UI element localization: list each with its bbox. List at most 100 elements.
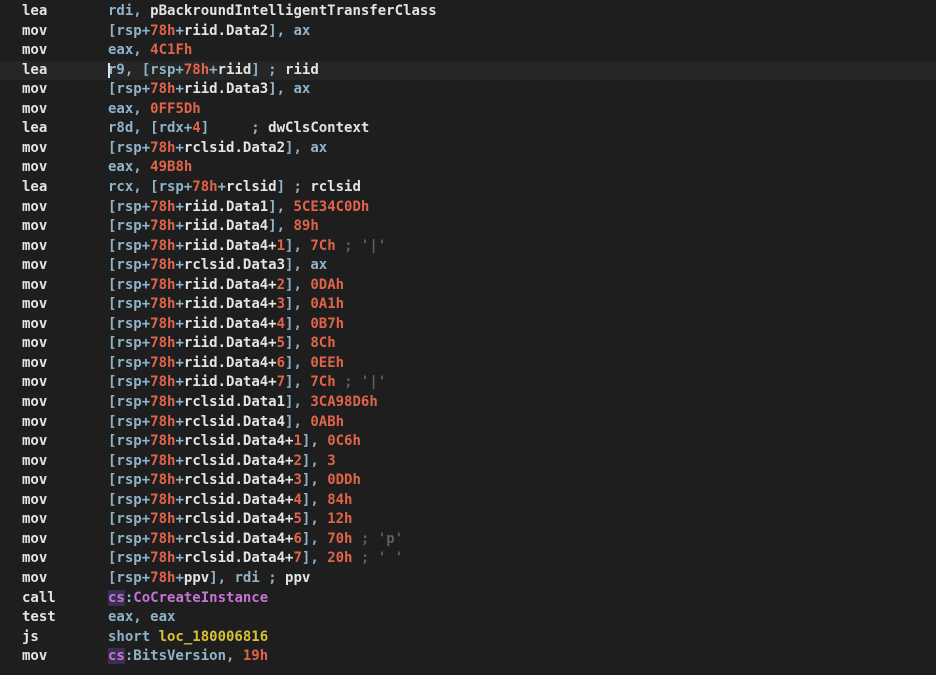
instruction-operands[interactable]: cs:BitsVersion, 19h xyxy=(108,647,268,666)
instruction-mnemonic[interactable]: lea xyxy=(22,61,47,80)
instruction-operands[interactable]: [rsp+78h+riid.Data2], ax xyxy=(108,22,310,41)
symbol-name[interactable]: rclsid xyxy=(310,179,361,195)
instruction-operands[interactable]: eax, 49B8h xyxy=(108,158,192,177)
function-name[interactable]: CoCreateInstance xyxy=(133,590,268,606)
instruction-mnemonic[interactable]: mov xyxy=(22,100,47,119)
instruction-operands[interactable]: rdi, pBackroundIntelligentTransferClass xyxy=(108,2,437,21)
instruction-mnemonic[interactable]: mov xyxy=(22,530,47,549)
instruction-mnemonic[interactable]: mov xyxy=(22,491,47,510)
instruction-mnemonic[interactable]: call xyxy=(22,589,56,608)
instruction-mnemonic[interactable]: mov xyxy=(22,41,47,60)
symbol-name[interactable]: rclsid.Data4+ xyxy=(184,472,294,488)
instruction-operands[interactable]: rcx, [rsp+78h+rclsid] ; rclsid xyxy=(108,178,361,197)
instruction-operands[interactable]: [rsp+78h+rclsid.Data4+2], 3 xyxy=(108,452,336,471)
instruction-mnemonic[interactable]: mov xyxy=(22,158,47,177)
instruction-mnemonic[interactable]: mov xyxy=(22,256,47,275)
symbol-name[interactable]: rclsid.Data4+ xyxy=(184,433,294,449)
code-line[interactable]: lea rdi, pBackroundIntelligentTransferCla… xyxy=(0,2,936,21)
instruction-mnemonic[interactable]: mov xyxy=(22,452,47,471)
code-line[interactable]: mov [rsp+78h+riid.Data4+5], 8Ch xyxy=(0,334,936,353)
instruction-mnemonic[interactable]: mov xyxy=(22,471,47,490)
symbol-name[interactable]: rclsid.Data4+ xyxy=(184,492,294,508)
instruction-mnemonic[interactable]: mov xyxy=(22,549,47,568)
instruction-operands[interactable]: [rsp+78h+riid.Data4+4], 0B7h xyxy=(108,315,344,334)
instruction-operands[interactable]: [rsp+78h+rclsid.Data4+7], 20h ; ' ' xyxy=(108,549,403,568)
code-line[interactable]: mov [rsp+78h+rclsid.Data4], 0ABh xyxy=(0,413,936,432)
code-line[interactable]: mov [rsp+78h+rclsid.Data4+1], 0C6h xyxy=(0,432,936,451)
instruction-mnemonic[interactable]: mov xyxy=(22,80,47,99)
symbol-name[interactable]: ppv xyxy=(184,570,209,586)
code-line[interactable]: test eax, eax xyxy=(0,608,936,627)
instruction-operands[interactable]: [rsp+78h+riid.Data3], ax xyxy=(108,80,310,99)
instruction-operands[interactable]: [rsp+78h+riid.Data4], 89h xyxy=(108,217,319,236)
instruction-operands[interactable]: [rsp+78h+rclsid.Data2], ax xyxy=(108,139,327,158)
instruction-operands[interactable]: eax, 0FF5Dh xyxy=(108,100,201,119)
symbol-name[interactable]: rclsid xyxy=(226,179,277,195)
code-line[interactable]: mov [rsp+78h+riid.Data4+7], 7Ch ; '|' xyxy=(0,373,936,392)
code-line[interactable]: mov [rsp+78h+rclsid.Data4+7], 20h ; ' ' xyxy=(0,549,936,568)
code-line[interactable]: mov [rsp+78h+rclsid.Data4+3], 0DDh xyxy=(0,471,936,490)
instruction-mnemonic[interactable]: mov xyxy=(22,413,47,432)
code-label[interactable]: loc_180006816 xyxy=(159,629,269,645)
instruction-operands[interactable]: [rsp+78h+riid.Data4+6], 0EEh xyxy=(108,354,344,373)
code-line[interactable]: mov [rsp+78h+ppv], rdi ; ppv xyxy=(0,569,936,588)
symbol-name[interactable]: riid.Data4 xyxy=(184,218,268,234)
instruction-mnemonic[interactable]: mov xyxy=(22,432,47,451)
code-line[interactable]: mov [rsp+78h+rclsid.Data2], ax xyxy=(0,139,936,158)
instruction-operands[interactable]: [rsp+78h+rclsid.Data4+5], 12h xyxy=(108,510,353,529)
instruction-mnemonic[interactable]: mov xyxy=(22,22,47,41)
code-line[interactable]: mov [rsp+78h+rclsid.Data4+2], 3 xyxy=(0,452,936,471)
code-line[interactable]: mov [rsp+78h+riid.Data3], ax xyxy=(0,80,936,99)
symbol-name[interactable]: riid.Data4+ xyxy=(184,374,277,390)
code-line[interactable]: call cs:CoCreateInstance xyxy=(0,589,936,608)
symbol-name[interactable]: riid.Data4+ xyxy=(184,355,277,371)
instruction-operands[interactable]: [rsp+78h+riid.Data4+1], 7Ch ; '|' xyxy=(108,237,386,256)
code-line[interactable]: mov eax, 0FF5Dh xyxy=(0,100,936,119)
instruction-mnemonic[interactable]: mov xyxy=(22,295,47,314)
symbol-name[interactable]: riid.Data1 xyxy=(184,199,268,215)
code-line[interactable]: mov [rsp+78h+riid.Data4+1], 7Ch ; '|' xyxy=(0,237,936,256)
symbol-name[interactable]: rclsid.Data4 xyxy=(184,414,285,430)
instruction-mnemonic[interactable]: mov xyxy=(22,276,47,295)
symbol-name[interactable]: riid.Data4+ xyxy=(184,238,277,254)
instruction-operands[interactable]: [rsp+78h+rclsid.Data4+1], 0C6h xyxy=(108,432,361,451)
instruction-mnemonic[interactable]: mov xyxy=(22,393,47,412)
code-line[interactable]: lea r8d, [rdx+4] ; dwClsContext xyxy=(0,119,936,138)
symbol-name[interactable]: rclsid.Data3 xyxy=(184,257,285,273)
symbol-name[interactable]: riid.Data4+ xyxy=(184,296,277,312)
instruction-mnemonic[interactable]: mov xyxy=(22,510,47,529)
code-line[interactable]: mov [rsp+78h+riid.Data4], 89h xyxy=(0,217,936,236)
symbol-name[interactable]: riid.Data4+ xyxy=(184,316,277,332)
instruction-operands[interactable]: [rsp+78h+riid.Data1], 5CE34C0Dh xyxy=(108,198,369,217)
symbol-name[interactable]: riid.Data4+ xyxy=(184,335,277,351)
symbol-name[interactable]: riid.Data2 xyxy=(184,23,268,39)
instruction-mnemonic[interactable]: lea xyxy=(22,178,47,197)
instruction-operands[interactable]: [rsp+78h+rclsid.Data3], ax xyxy=(108,256,327,275)
instruction-mnemonic[interactable]: mov xyxy=(22,569,47,588)
symbol-name[interactable]: riid xyxy=(218,62,252,78)
instruction-operands[interactable]: short loc_180006816 xyxy=(108,628,268,647)
symbol-name[interactable]: ppv xyxy=(285,570,310,586)
instruction-mnemonic[interactable]: mov xyxy=(22,237,47,256)
instruction-operands[interactable]: r8d, [rdx+4] ; dwClsContext xyxy=(108,119,369,138)
instruction-mnemonic[interactable]: mov xyxy=(22,647,47,666)
code-line[interactable]: js short loc_180006816 xyxy=(0,628,936,647)
code-line[interactable]: mov [rsp+78h+riid.Data4+3], 0A1h xyxy=(0,295,936,314)
instruction-mnemonic[interactable]: mov xyxy=(22,334,47,353)
code-line[interactable]: lea rcx, [rsp+78h+rclsid] ; rclsid xyxy=(0,178,936,197)
instruction-operands[interactable]: [rsp+78h+rclsid.Data4], 0ABh xyxy=(108,413,344,432)
code-line[interactable]: mov [rsp+78h+rclsid.Data4+6], 70h ; 'p' xyxy=(0,530,936,549)
symbol-name[interactable]: rclsid.Data4+ xyxy=(184,531,294,547)
instruction-mnemonic[interactable]: test xyxy=(22,608,56,627)
instruction-mnemonic[interactable]: mov xyxy=(22,373,47,392)
code-line[interactable]: mov [rsp+78h+riid.Data2], ax xyxy=(0,22,936,41)
instruction-operands[interactable]: [rsp+78h+riid.Data4+2], 0DAh xyxy=(108,276,344,295)
symbol-name[interactable]: rclsid.Data4+ xyxy=(184,550,294,566)
instruction-operands[interactable]: [rsp+78h+rclsid.Data4+6], 70h ; 'p' xyxy=(108,530,403,549)
instruction-operands[interactable]: [rsp+78h+riid.Data4+5], 8Ch xyxy=(108,334,336,353)
instruction-operands[interactable]: cs:CoCreateInstance xyxy=(108,589,268,608)
code-line[interactable]: mov eax, 4C1Fh xyxy=(0,41,936,60)
code-line[interactable]: mov cs:BitsVersion, 19h xyxy=(0,647,936,666)
instruction-operands[interactable]: r9, [rsp+78h+riid] ; riid xyxy=(108,61,319,80)
symbol-name[interactable]: rclsid.Data1 xyxy=(184,394,285,410)
